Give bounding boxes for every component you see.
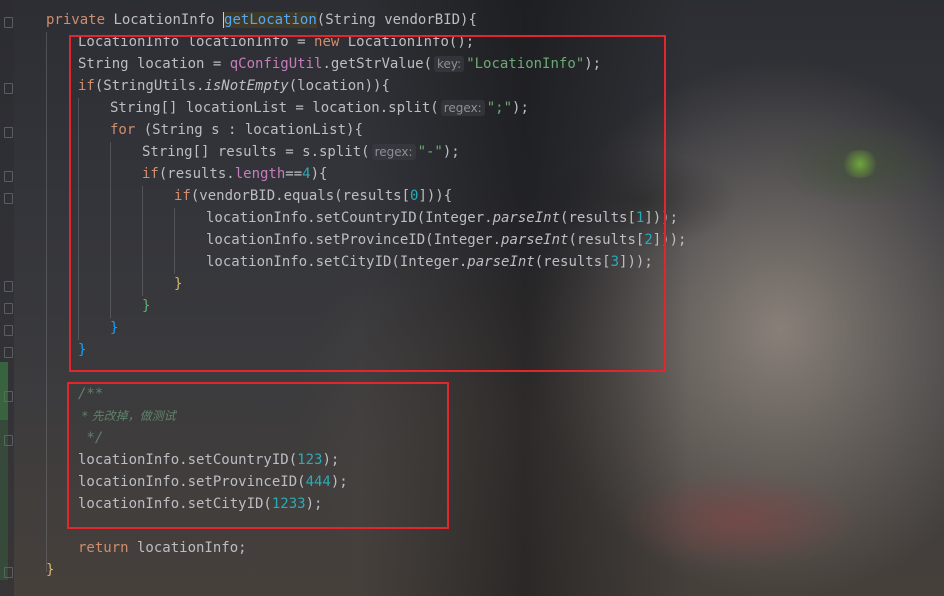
fold-marker-icon[interactable] — [4, 325, 13, 336]
vcs-change-marker[interactable] — [0, 362, 8, 420]
code-line-return[interactable]: return locationInfo; — [78, 537, 247, 559]
code-text: locationInfo; — [128, 540, 247, 556]
fold-marker-icon[interactable] — [4, 127, 13, 138]
fold-marker-icon[interactable] — [4, 17, 13, 28]
fold-marker-icon[interactable] — [4, 347, 13, 358]
fold-marker-icon[interactable] — [4, 171, 13, 182]
closing-brace[interactable]: } — [46, 559, 54, 581]
editor-gutter[interactable] — [0, 0, 14, 596]
method-params: (String vendorBID){ — [316, 12, 477, 28]
fold-marker-icon[interactable] — [4, 193, 13, 204]
annotation-box-test-override — [67, 382, 449, 529]
fold-marker-icon[interactable] — [4, 303, 13, 314]
indent-guide — [46, 32, 47, 572]
background-eye — [840, 150, 880, 178]
code-line-method-signature[interactable]: private LocationInfo getLocation(String … — [46, 9, 477, 31]
method-name: getLocation — [224, 12, 317, 28]
return-type: LocationInfo — [113, 12, 215, 28]
keyword: return — [78, 540, 129, 556]
annotation-box-location-parsing — [69, 35, 666, 372]
fold-marker-icon[interactable] — [4, 83, 13, 94]
keyword: private — [46, 12, 106, 28]
fold-marker-icon[interactable] — [4, 281, 13, 292]
vcs-change-marker[interactable] — [0, 420, 8, 580]
